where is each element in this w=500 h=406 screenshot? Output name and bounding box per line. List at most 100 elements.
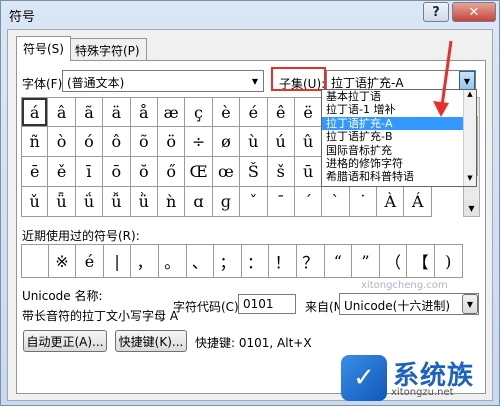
symbol-cell[interactable]: æ bbox=[157, 97, 186, 127]
symbol-cell[interactable]: ú bbox=[267, 127, 295, 157]
watermark-logo-icon: ✓ bbox=[341, 355, 387, 401]
symbol-cell[interactable]: ò bbox=[48, 127, 76, 157]
symbol-cell[interactable]: ó bbox=[75, 127, 104, 157]
symbol-cell[interactable]: ū bbox=[294, 157, 323, 187]
shortcut-key-button[interactable]: 快捷键(K)... bbox=[115, 330, 187, 352]
font-select[interactable]: (普通文本) ▼ bbox=[62, 70, 264, 92]
annotation-box-subset-label bbox=[271, 67, 326, 91]
symbol-cell[interactable]: ˉ bbox=[267, 187, 295, 217]
recent-symbol-cell[interactable]: “ bbox=[324, 244, 353, 278]
symbol-cell[interactable]: ɑ bbox=[185, 187, 213, 217]
window-title: 符号 bbox=[9, 10, 36, 25]
subset-option[interactable]: 拉丁语-1 增补 bbox=[322, 103, 476, 116]
symbol-cell[interactable]: ˊ bbox=[294, 187, 323, 217]
shortcut-key-text: 快捷键: 0101, Alt+X bbox=[195, 336, 312, 350]
symbol-cell[interactable]: ñ bbox=[21, 127, 49, 157]
subset-option[interactable]: 基本拉丁语 bbox=[322, 90, 476, 103]
recent-symbol-cell[interactable]: ” bbox=[352, 244, 380, 278]
symbol-cell[interactable]: À bbox=[377, 187, 405, 217]
symbol-cell[interactable]: Œ bbox=[185, 157, 213, 187]
recent-symbol-cell[interactable]: ？ bbox=[296, 244, 325, 278]
symbol-cell[interactable]: ë bbox=[294, 97, 323, 127]
recent-symbol-cell[interactable]: 。 bbox=[158, 244, 187, 278]
autocorrect-button[interactable]: 自动更正(A)... bbox=[23, 330, 107, 352]
symbol-cell[interactable]: ÷ bbox=[185, 127, 213, 157]
symbol-cell[interactable]: š bbox=[267, 157, 295, 187]
symbol-cell[interactable]: ê bbox=[267, 97, 295, 127]
watermark-url: xitongcheng.com bbox=[361, 280, 448, 291]
from-select-value: Unicode(十六进制) bbox=[344, 299, 451, 313]
symbol-cell[interactable]: ä bbox=[103, 97, 131, 127]
symbol-cell[interactable]: ǹ bbox=[157, 187, 186, 217]
symbol-cell[interactable]: ˋ bbox=[322, 187, 350, 217]
symbol-cell[interactable]: â bbox=[48, 97, 76, 127]
symbol-cell[interactable]: å bbox=[130, 97, 158, 127]
symbol-cell[interactable]: ō bbox=[103, 157, 131, 187]
help-button[interactable]: ? bbox=[423, 2, 449, 22]
symbol-cell[interactable]: ī bbox=[75, 157, 104, 187]
recent-symbol-cell[interactable]: ※ bbox=[48, 244, 77, 278]
recent-symbol-cell[interactable]: é bbox=[76, 244, 104, 278]
symbol-cell[interactable]: ǘ bbox=[75, 187, 104, 217]
symbol-cell[interactable]: ˙ bbox=[349, 187, 378, 217]
symbol-cell[interactable]: ē bbox=[21, 157, 49, 187]
symbol-cell[interactable]: ě bbox=[48, 157, 76, 187]
symbol-cell[interactable]: ç bbox=[185, 97, 213, 127]
symbol-cell[interactable]: œ bbox=[212, 157, 241, 187]
watermark-sub: xitongzu.net bbox=[391, 387, 454, 398]
chevron-down-icon[interactable]: ▼ bbox=[459, 71, 475, 91]
recent-symbol-cell[interactable]: （ bbox=[379, 244, 408, 278]
from-select[interactable]: Unicode(十六进制) ▼ bbox=[339, 293, 479, 315]
chevron-down-icon: ▼ bbox=[462, 294, 478, 314]
symbol-cell[interactable]: û bbox=[294, 127, 323, 157]
recent-symbol-cell[interactable]: ， bbox=[131, 244, 159, 278]
recent-symbols-label: 近期使用过的符号(R): bbox=[22, 229, 140, 243]
recent-symbol-cell[interactable]: | bbox=[103, 244, 132, 278]
symbol-cell[interactable]: ǔ bbox=[21, 187, 49, 217]
subset-option[interactable]: 国际音标扩充 bbox=[322, 144, 476, 157]
title-bar: 符号 ? ✕ bbox=[1, 1, 499, 27]
subset-option[interactable]: 希腊语和科普特语 bbox=[322, 170, 476, 183]
tab-special-characters[interactable]: 特殊字符(P) bbox=[68, 38, 147, 60]
symbol-cell[interactable]: ǚ bbox=[103, 187, 131, 217]
recent-symbol-cell[interactable]: ！ bbox=[269, 244, 297, 278]
recent-symbol-cell[interactable]: ： bbox=[241, 244, 270, 278]
symbol-cell[interactable]: ˇ bbox=[240, 187, 268, 217]
subset-option[interactable]: 拉丁语扩充-A bbox=[322, 116, 476, 131]
subset-select-value: 拉丁语扩充-A bbox=[331, 76, 404, 90]
symbol-cell[interactable]: ô bbox=[103, 127, 131, 157]
symbol-cell[interactable]: ö bbox=[157, 127, 186, 157]
symbol-cell[interactable]: ɡ bbox=[212, 187, 241, 217]
dropdown-scrollbar[interactable]: ▲ ▼ bbox=[463, 90, 476, 186]
symbol-dialog: 符号 ? ✕ 符号(S) 特殊字符(P) 字体(F): (普通文本) ▼ 子集(… bbox=[0, 0, 500, 406]
scroll-down-icon[interactable]: ▼ bbox=[464, 200, 479, 216]
symbol-cell[interactable]: ŏ bbox=[130, 157, 158, 187]
chevron-down-icon: ▼ bbox=[251, 76, 259, 86]
recent-symbol-cell[interactable]: ； bbox=[214, 244, 242, 278]
symbol-cell[interactable]: ǖ bbox=[48, 187, 76, 217]
subset-option[interactable]: 进格的修饰字符 bbox=[322, 157, 476, 170]
scroll-down-icon[interactable]: ▼ bbox=[464, 174, 476, 186]
symbol-cell[interactable]: ã bbox=[75, 97, 104, 127]
subset-option[interactable]: 拉丁语扩充-B bbox=[322, 130, 476, 143]
character-code-input[interactable]: 0101 bbox=[238, 294, 296, 314]
recent-symbol-cell[interactable]: ) bbox=[434, 244, 463, 278]
close-button[interactable]: ✕ bbox=[452, 2, 496, 22]
symbol-cell[interactable]: ő bbox=[157, 157, 186, 187]
font-label: 字体(F): bbox=[22, 77, 67, 91]
recent-symbol-cell[interactable]: 、 bbox=[186, 244, 215, 278]
recent-symbol-cell[interactable] bbox=[21, 244, 49, 278]
symbol-cell[interactable]: é bbox=[240, 97, 268, 127]
symbol-cell[interactable]: á bbox=[21, 97, 49, 127]
watermark: ✓ 系统族 xitongzu.net bbox=[339, 353, 499, 405]
symbol-cell[interactable]: ø bbox=[212, 127, 241, 157]
tab-symbols[interactable]: 符号(S) bbox=[16, 36, 71, 61]
symbol-cell[interactable]: ǜ bbox=[130, 187, 158, 217]
symbol-cell[interactable]: ù bbox=[240, 127, 268, 157]
symbol-cell[interactable]: è bbox=[212, 97, 241, 127]
symbol-cell[interactable]: õ bbox=[130, 127, 158, 157]
symbol-cell[interactable]: Š bbox=[240, 157, 268, 187]
scroll-up-icon[interactable]: ▲ bbox=[464, 90, 476, 102]
symbol-cell[interactable]: Á bbox=[404, 187, 432, 217]
recent-symbol-cell[interactable]: 【 bbox=[407, 244, 435, 278]
